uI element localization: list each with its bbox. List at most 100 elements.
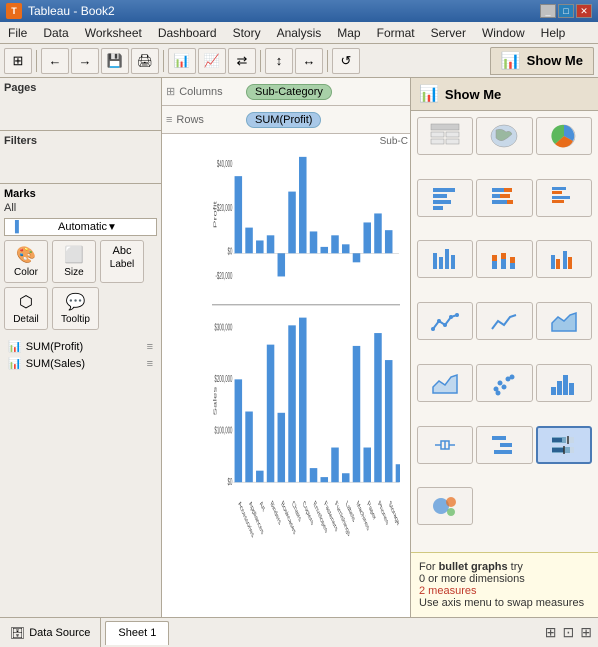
bar-profit-3[interactable] — [267, 235, 275, 253]
menu-worksheet[interactable]: Worksheet — [77, 22, 150, 43]
marks-tooltip-btn[interactable]: 💬 Tooltip — [52, 287, 99, 330]
marks-size-btn[interactable]: ⬜ Size — [52, 240, 96, 283]
bar-profit-1[interactable] — [245, 228, 253, 254]
toolbar-new[interactable]: ⊞ — [4, 48, 32, 74]
maximize-button[interactable]: □ — [558, 4, 574, 18]
svg-text:-$20,000: -$20,000 — [215, 270, 232, 282]
svg-text:$0: $0 — [228, 476, 233, 488]
bar-profit-12[interactable] — [363, 222, 371, 253]
toolbar-bar2[interactable]: 📈 — [198, 48, 226, 74]
toolbar-sort1[interactable]: ↕ — [265, 48, 293, 74]
chart-type-area-disc[interactable] — [536, 302, 592, 340]
bar-sales-8[interactable] — [321, 477, 329, 482]
chart-type-box[interactable] — [417, 426, 473, 464]
toolbar-swap[interactable]: ⇄ — [228, 48, 256, 74]
chart-type-side-hbar[interactable] — [536, 179, 592, 217]
bar-sales-5[interactable] — [288, 325, 296, 482]
chart-type-stacked-hbar[interactable] — [476, 179, 532, 217]
chart-type-geo-map[interactable] — [476, 117, 532, 155]
menu-map[interactable]: Map — [329, 22, 368, 43]
bar-sales-12[interactable] — [363, 448, 371, 483]
marks-detail-btn[interactable]: ⬡ Detail — [4, 287, 48, 330]
menu-file[interactable]: File — [0, 22, 35, 43]
bar-sales-6[interactable] — [299, 318, 307, 483]
bar-sales-1[interactable] — [245, 412, 253, 483]
new-worksheet-icon[interactable]: ⊞ — [545, 624, 557, 641]
chart-type-pie[interactable] — [536, 117, 592, 155]
toolbar-refresh[interactable]: ↺ — [332, 48, 360, 74]
bar-profit-8[interactable] — [321, 247, 329, 253]
bar-profit-14[interactable] — [385, 230, 393, 253]
marks-buttons: 🎨 Color ⬜ Size Abc Label ⬡ Detail 💬 — [4, 240, 157, 330]
chart-type-side-vbar[interactable] — [536, 240, 592, 278]
menu-analysis[interactable]: Analysis — [269, 22, 330, 43]
toolbar-forward[interactable]: → — [71, 48, 99, 74]
bar-profit-2[interactable] — [256, 240, 264, 253]
marks-type-dropdown[interactable]: ▐ Automatic ▼ — [4, 218, 157, 236]
new-story-icon[interactable]: ⊞ — [580, 624, 592, 641]
field-sales[interactable]: 📊 SUM(Sales) ≡ — [4, 355, 157, 372]
menu-help[interactable]: Help — [533, 22, 574, 43]
marks-color-btn[interactable]: 🎨 Color — [4, 240, 48, 283]
bar-profit-11[interactable] — [353, 253, 361, 262]
menu-dashboard[interactable]: Dashboard — [150, 22, 225, 43]
sheet-tab[interactable]: Sheet 1 — [105, 621, 169, 645]
pages-section: Pages — [0, 78, 161, 131]
chart-type-hbar[interactable] — [417, 179, 473, 217]
minimize-button[interactable]: _ — [540, 4, 556, 18]
columns-icon: ⊞ — [166, 85, 175, 98]
toolbar-print[interactable]: 🖨 — [131, 48, 159, 74]
bar-sales-3[interactable] — [267, 345, 275, 483]
menu-server[interactable]: Server — [423, 22, 474, 43]
chart-type-line-cont[interactable] — [476, 302, 532, 340]
chart-type-bullet[interactable] — [536, 426, 592, 464]
rows-pill[interactable]: SUM(Profit) — [246, 112, 321, 128]
chart-type-text-table[interactable] — [417, 117, 473, 155]
bar-sales-2[interactable] — [256, 471, 264, 483]
chart-type-histogram[interactable] — [536, 364, 592, 402]
menu-data[interactable]: Data — [35, 22, 76, 43]
bar-profit-4[interactable] — [278, 253, 286, 276]
toolbar-bar[interactable]: 📊 — [168, 48, 196, 74]
bar-profit-10[interactable] — [342, 244, 350, 253]
toolbar-back[interactable]: ← — [41, 48, 69, 74]
columns-pill[interactable]: Sub-Category — [246, 84, 332, 100]
bar-sales-10[interactable] — [342, 473, 350, 482]
bar-profit-5[interactable] — [288, 192, 296, 254]
chart-type-line-disc[interactable] — [417, 302, 473, 340]
toolbar-sort2[interactable]: ↔ — [295, 48, 323, 74]
bar-profit-9[interactable] — [331, 235, 339, 253]
chart-type-stacked-vbar[interactable] — [476, 240, 532, 278]
field-profit[interactable]: 📊 SUM(Profit) ≡ — [4, 338, 157, 355]
bar-sales-15[interactable] — [396, 464, 400, 482]
bar-profit-6[interactable] — [299, 157, 307, 253]
menu-format[interactable]: Format — [369, 22, 423, 43]
field-profit-name: SUM(Profit) — [26, 341, 83, 353]
bar-sales-13[interactable] — [374, 333, 382, 482]
bar-profit-13[interactable] — [374, 213, 382, 253]
bar-sales-14[interactable] — [385, 360, 393, 482]
close-button[interactable]: ✕ — [576, 4, 592, 18]
bar-sales-7[interactable] — [310, 468, 318, 482]
marks-section: Marks All ▐ Automatic ▼ 🎨 Color ⬜ Size A… — [0, 184, 161, 617]
bar-sales-9[interactable] — [331, 448, 339, 483]
marks-label-btn[interactable]: Abc Label — [100, 240, 144, 283]
chart-type-area-cont[interactable] — [417, 364, 473, 402]
chart-type-scatter[interactable] — [476, 364, 532, 402]
pages-title: Pages — [4, 82, 157, 94]
bar-sales-0[interactable] — [235, 379, 243, 482]
data-source-tab[interactable]: 🗄 Data Source — [0, 618, 101, 647]
chart-type-gantt[interactable] — [476, 426, 532, 464]
show-me-tab[interactable]: 📊 Show Me — [490, 47, 594, 75]
title-controls[interactable]: _ □ ✕ — [540, 4, 592, 18]
chart-type-vbar[interactable] — [417, 240, 473, 278]
bar-sales-4[interactable] — [278, 413, 286, 482]
bar-profit-7[interactable] — [310, 231, 318, 253]
toolbar-save[interactable]: 💾 — [101, 48, 129, 74]
menu-window[interactable]: Window — [474, 22, 533, 43]
bar-sales-11[interactable] — [353, 346, 361, 482]
bar-profit-0[interactable] — [235, 176, 243, 253]
chart-type-packed[interactable] — [417, 487, 473, 525]
menu-story[interactable]: Story — [225, 22, 269, 43]
new-dashboard-icon[interactable]: ⊡ — [563, 624, 575, 641]
